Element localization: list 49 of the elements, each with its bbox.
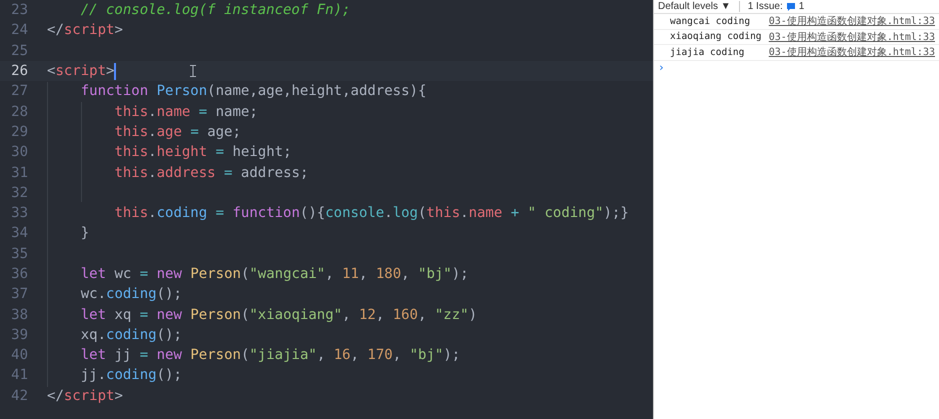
code-line: function Person(name,age,height,address){ <box>80 83 426 100</box>
code-line: </script> <box>47 22 123 38</box>
console-prompt[interactable]: › <box>658 61 665 74</box>
source-link[interactable]: 03-使用构造函数创建对象.html:33 <box>768 14 935 28</box>
levels-dropdown[interactable]: Default levels ▼ <box>654 1 735 12</box>
code-line: let jj = new Person("jiajia", 16, 170, "bj"); <box>80 347 460 364</box>
code-line: this.height = height; <box>113 144 292 160</box>
line-number: 37 <box>10 286 28 302</box>
line-number: 31 <box>10 164 28 181</box>
code-line: // console.log(f instanceof Fn); <box>80 2 350 18</box>
line-number: 25 <box>10 42 28 59</box>
code-line: let xq = new Person("xiaoqiang", 12, 160, "zz") <box>80 306 478 323</box>
console-message: jiajia coding <box>670 46 744 58</box>
code-line: </script> <box>47 388 123 404</box>
line-number: 34 <box>10 225 28 242</box>
line-number: 32 <box>10 184 28 201</box>
line-number: 36 <box>10 266 28 282</box>
code-line: jj.coding(); <box>80 367 182 384</box>
issues-button[interactable]: 1 Issue: 1 <box>744 1 808 12</box>
line-number: 23 <box>10 2 28 18</box>
line-number: 24 <box>10 22 28 38</box>
code-line: } <box>80 225 90 242</box>
line-number: 39 <box>10 326 28 343</box>
line-number: 27 <box>10 83 28 100</box>
source-link[interactable]: 03-使用构造函数创建对象.html:33 <box>768 30 935 44</box>
message-icon <box>786 2 796 12</box>
text-cursor-icon <box>190 64 196 77</box>
console-message: xiaoqiang coding <box>670 31 762 42</box>
text-caret <box>114 62 116 80</box>
code-line: wc.coding(); <box>80 286 182 302</box>
code-line: this.age = age; <box>113 124 241 140</box>
line-number: 26 <box>10 63 28 80</box>
line-number: 29 <box>10 124 28 140</box>
line-number: 35 <box>10 246 28 262</box>
code-line: this.coding = function(){console.log(this.name + " coding");} <box>113 205 629 222</box>
line-number: 28 <box>10 104 28 120</box>
line-number: 30 <box>10 144 28 160</box>
code-line: let wc = new Person("wangcai", 11, 180, "bj"); <box>80 266 469 282</box>
line-number: 42 <box>10 388 28 404</box>
code-line: this.name = name; <box>113 104 258 120</box>
code-line: xq.coding(); <box>80 326 182 343</box>
line-number: 38 <box>10 306 28 323</box>
source-link[interactable]: 03-使用构造函数创建对象.html:33 <box>768 45 935 60</box>
console-message: wangcai coding <box>670 16 750 27</box>
line-number: 40 <box>10 347 28 364</box>
code-line: <script> <box>47 63 114 80</box>
line-number: 41 <box>10 367 28 384</box>
line-number: 33 <box>10 205 28 222</box>
code-line: this.address = address; <box>113 164 308 181</box>
